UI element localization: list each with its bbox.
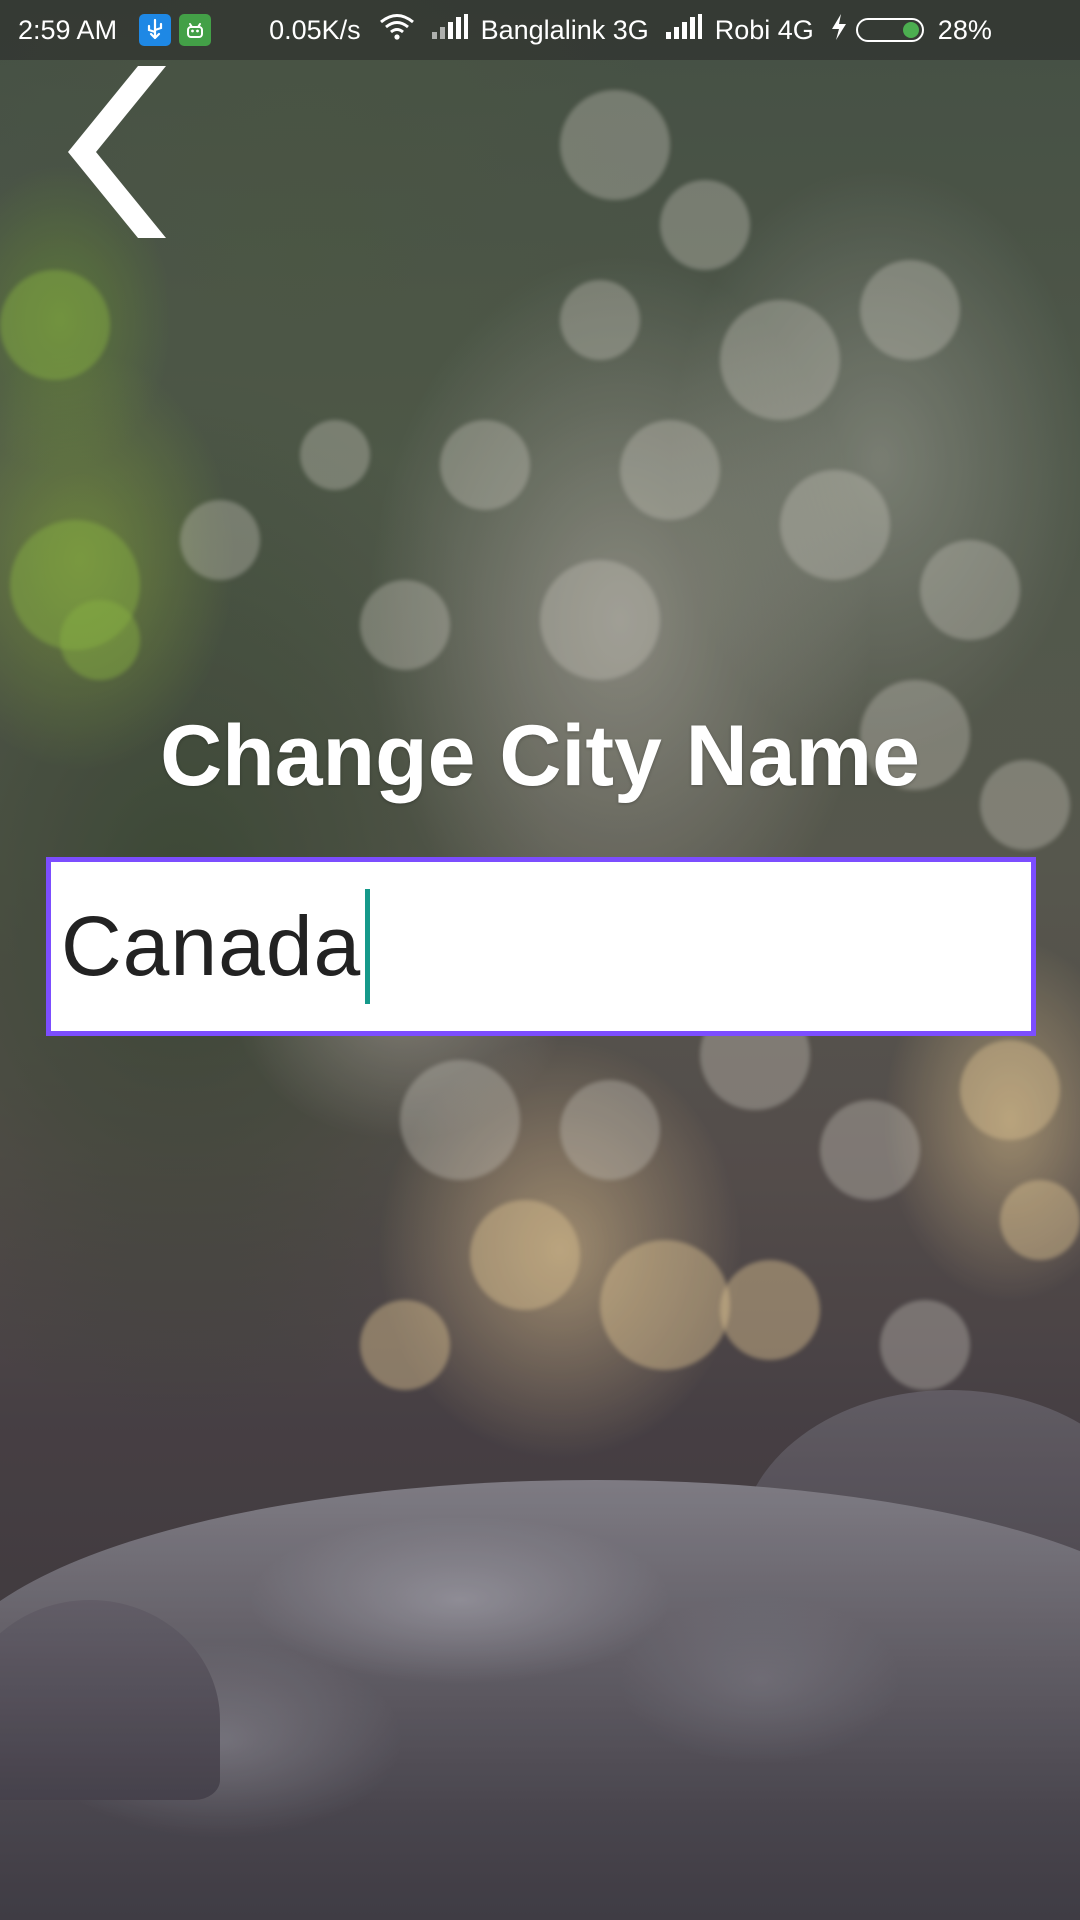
usb-icon [139, 14, 172, 46]
screen: 2:59 AM 0.05K/s Banglalink 3G Robi 4G 28… [0, 0, 1080, 1920]
wifi-icon [379, 13, 415, 48]
status-time: 2:59 AM [18, 14, 118, 45]
carrier-2-label: Robi 4G [714, 14, 814, 45]
back-button[interactable] [30, 60, 180, 240]
signal-strength-icon [431, 13, 469, 47]
page-title: Change City Name [160, 708, 920, 804]
status-bar: 2:59 AM 0.05K/s Banglalink 3G Robi 4G 28… [0, 0, 1080, 60]
lightning-bolt-icon [830, 13, 848, 48]
city-input-value[interactable]: Canada [61, 898, 361, 995]
carrier-1-label: Banglalink 3G [480, 14, 649, 45]
chevron-left-icon [68, 66, 166, 238]
android-debug-icon [179, 14, 212, 46]
signal-strength-icon [665, 13, 703, 47]
text-caret [365, 889, 371, 1004]
network-speed: 0.05K/s [269, 14, 361, 45]
city-name-input[interactable]: Canada [46, 857, 1036, 1036]
battery-percent: 28% [937, 14, 992, 45]
battery-icon [855, 18, 924, 42]
